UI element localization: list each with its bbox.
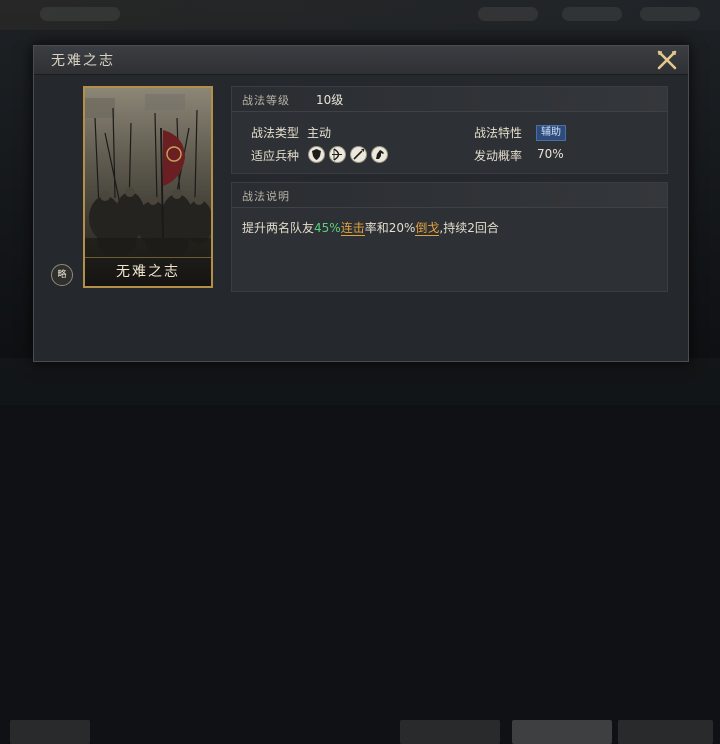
blurred-chip	[562, 7, 622, 21]
skill-description-header: 战法说明	[232, 183, 667, 208]
blurred-bottom-bar	[0, 358, 720, 744]
blurred-control	[400, 720, 500, 744]
skill-info-panel: 战法等级 10级 战法类型 主动 战法特性 辅助 适应兵种 发动概率 70%	[231, 86, 668, 174]
spear-icon	[350, 146, 367, 163]
desc-part: 提升两名队友	[242, 221, 315, 235]
desc-part: 率和20%	[364, 221, 416, 235]
blurred-control	[10, 720, 90, 744]
skill-description-label: 战法说明	[242, 190, 290, 203]
blurred-button	[512, 720, 612, 744]
combo-attack-link[interactable]: 连击	[340, 221, 365, 236]
skill-card: 无难之志	[83, 86, 213, 288]
skill-level-row: 战法等级 10级	[232, 87, 667, 112]
skill-type-value: 主动	[307, 126, 332, 140]
troop-types-label: 适应兵种	[251, 149, 300, 163]
counter-attack-link[interactable]: 倒戈	[415, 221, 440, 236]
skill-card-name-bar: 无难之志	[85, 257, 211, 286]
blurred-chip	[640, 7, 700, 21]
desc-part: ,持续2回合	[439, 221, 499, 235]
skill-description-text: 提升两名队友45%连击率和20%倒戈,持续2回合	[242, 219, 499, 236]
bow-archer-icon	[329, 146, 346, 163]
strategy-type-badge: 略	[51, 264, 73, 286]
skill-type-label: 战法类型	[251, 126, 300, 140]
close-button[interactable]	[656, 49, 678, 71]
skill-card-artwork	[85, 88, 211, 258]
close-icon	[657, 50, 677, 70]
blurred-resource-bar	[0, 0, 720, 30]
trigger-rate-label: 发动概率	[474, 149, 523, 163]
blurred-chip	[40, 7, 120, 21]
cavalry-horse-icon	[371, 146, 388, 163]
skill-trait-tag: 辅助	[536, 125, 566, 141]
troop-type-icons	[308, 146, 398, 164]
skill-level-label: 战法等级	[242, 94, 290, 107]
skill-card-name: 无难之志	[116, 264, 180, 280]
skill-description-panel: 战法说明 提升两名队友45%连击率和20%倒戈,持续2回合	[231, 182, 668, 292]
battle-scene-image	[85, 88, 211, 258]
trigger-rate-value: 70%	[537, 147, 564, 161]
blurred-button	[618, 720, 713, 744]
desc-highlight-percent: 45%	[314, 221, 341, 235]
dialog-title: 无难之志	[51, 53, 115, 69]
blurred-chip	[478, 7, 538, 21]
shield-infantry-icon	[308, 146, 325, 163]
dialog-header: 无难之志	[34, 46, 688, 75]
skill-trait-label: 战法特性	[474, 126, 523, 140]
skill-detail-dialog: 无难之志 无难之志 略 战法等级 10级 战法类型 主动 战法特性 辅助 适应兵…	[33, 45, 689, 362]
skill-level-value: 10级	[316, 93, 344, 107]
